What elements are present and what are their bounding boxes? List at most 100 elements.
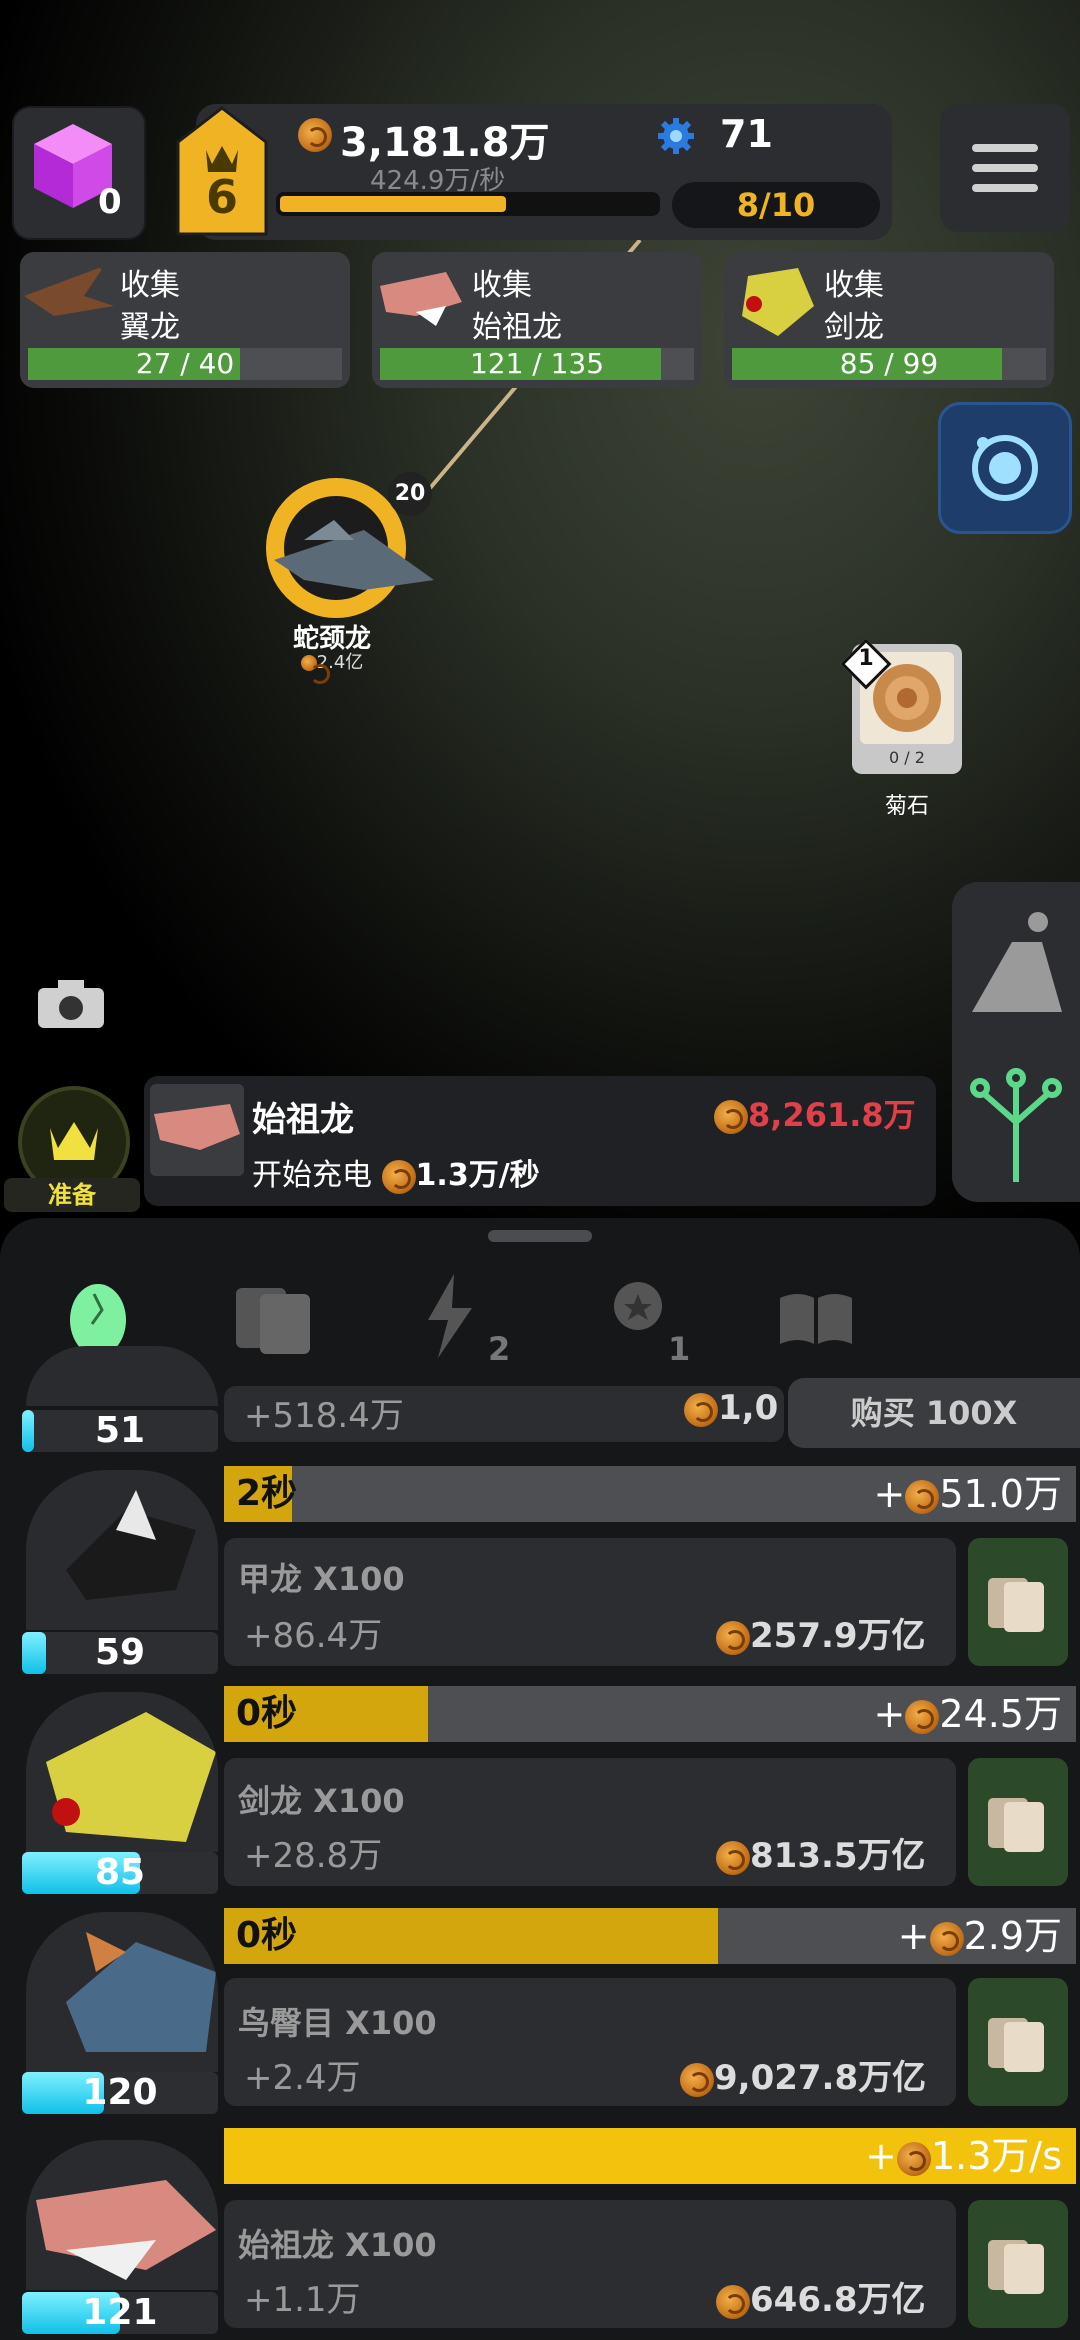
card-button[interactable]: [968, 1538, 1068, 1666]
card-button[interactable]: [968, 2200, 1068, 2328]
level-number: 121: [82, 2292, 158, 2333]
level-number: 85: [94, 1852, 146, 1893]
camera-icon[interactable]: [34, 976, 108, 1032]
nest-count-badge: 20: [388, 472, 432, 516]
menu-icon: [972, 144, 1038, 152]
price-text: 257.9万亿: [750, 1616, 926, 1656]
gain-text: +24.5万: [873, 1692, 1062, 1736]
row-increment: +518.4万: [244, 1396, 404, 1436]
timer-bar: 2秒 +51.0万: [224, 1466, 1076, 1522]
dino-level: 121: [22, 2292, 218, 2334]
evolution-tree-icon[interactable]: [970, 1068, 1062, 1182]
coin-icon: [929, 1921, 964, 1956]
level-number: 120: [82, 2072, 158, 2113]
dino-level: 59: [22, 1632, 218, 1674]
lightning-badge: 2: [488, 1330, 511, 1368]
coin-icon: [716, 1840, 750, 1875]
coin-icon: [716, 2284, 750, 2319]
collect-card-stegosaurus[interactable]: 收集 剑龙 85 / 99: [724, 252, 1054, 388]
row-dino-name: 甲龙 X100: [238, 1560, 405, 1598]
volcano-icon[interactable]: [972, 912, 1062, 1012]
ankylosaurus-avatar[interactable]: [26, 1470, 218, 1630]
ornithischian-avatar[interactable]: [26, 1912, 218, 2072]
player-level: 6: [205, 170, 238, 224]
row-dino-name: 鸟臀目 X100: [238, 2004, 437, 2042]
selected-dino-title: 始祖龙: [252, 1100, 354, 1140]
row-increment: +1.1万: [244, 2280, 361, 2320]
fossil-count: 0 / 2: [889, 748, 925, 767]
tab-lightning[interactable]: [420, 1264, 480, 1364]
tab-cards[interactable]: [230, 1264, 320, 1364]
level-progress-fill: [280, 196, 506, 212]
price-text: 646.8万亿: [750, 2280, 926, 2320]
dino-level: 120: [22, 2072, 218, 2114]
planet-button[interactable]: [938, 402, 1072, 534]
row-increment: +28.8万: [244, 1836, 383, 1876]
buy-100x-button[interactable]: 购买 100X: [788, 1378, 1080, 1448]
cards-icon: [988, 1798, 1044, 1852]
collect-progress: 27 / 40: [135, 347, 235, 380]
row-dino-name: 始祖龙 X100: [238, 2226, 437, 2264]
coin-icon: [896, 2141, 931, 2176]
gain-text: +1.3万/s: [865, 2134, 1062, 2178]
dino-level: 85: [22, 1852, 218, 1894]
menu-icon-line: [972, 184, 1038, 192]
gain-value: 24.5万: [939, 1692, 1062, 1736]
card-button[interactable]: [968, 1758, 1068, 1886]
collect-dino-name: 剑龙: [824, 310, 884, 345]
charge-bar: +1.3万/s: [224, 2128, 1076, 2184]
nest-dino-value: 2.4亿: [262, 648, 402, 684]
menu-button[interactable]: [940, 104, 1070, 232]
row-price: 257.9万亿: [716, 1608, 926, 1657]
collect-dino-name: 翼龙: [120, 310, 180, 345]
coin-icon: [716, 1620, 750, 1655]
row-price: 646.8万亿: [716, 2272, 926, 2321]
row-dino-name: 剑龙 X100: [238, 1782, 405, 1820]
selected-dino-price: 8,261.8万: [714, 1090, 916, 1136]
fossil-name: 菊石: [884, 794, 929, 819]
gem-count: 0: [98, 182, 122, 222]
archaeopteryx-icon: [150, 1084, 244, 1176]
collect-dino-name: 始祖龙: [472, 310, 562, 345]
tab-medal[interactable]: [604, 1264, 674, 1364]
pterosaur-icon: [24, 266, 114, 316]
archaeopteryx-icon: [380, 272, 462, 326]
card-button[interactable]: [968, 1978, 1068, 2106]
collect-label: 收集: [824, 268, 884, 303]
timer-text: 0秒: [236, 1693, 298, 1734]
collect-progress: 85 / 99: [839, 347, 939, 380]
coin-icon: [298, 118, 332, 152]
price-text: 8,261.8万: [748, 1096, 916, 1134]
coin-icon: [300, 655, 330, 684]
panel-drag-handle[interactable]: [488, 1230, 592, 1242]
cards-icon: [988, 1578, 1044, 1632]
gain-value: 51.0万: [939, 1472, 1062, 1516]
coin-icon: [905, 1479, 940, 1514]
row-price: 1,0: [684, 1388, 778, 1428]
collect-label: 收集: [120, 268, 180, 303]
plesiosaur-icon: [274, 520, 434, 590]
row-increment: +2.4万: [244, 2058, 361, 2098]
collect-label: 收集: [472, 268, 532, 303]
stegosaurus-avatar[interactable]: [26, 1692, 218, 1852]
timer-bar: 0秒 +2.9万: [224, 1908, 1076, 1964]
fossil-badge-number: 1: [858, 646, 874, 671]
gain-text: +2.9万: [897, 1914, 1062, 1958]
timer-bar: 0秒 +24.5万: [224, 1686, 1076, 1742]
price-text: 9,027.8万亿: [714, 2058, 927, 2098]
capacity-counter: 8/10: [672, 182, 880, 228]
medal-badge: 1: [668, 1330, 691, 1368]
dino-level: 51: [22, 1410, 218, 1452]
tab-book[interactable]: [776, 1264, 856, 1364]
coin-icon: [680, 2062, 714, 2097]
collect-card-archaeopteryx[interactable]: 收集 始祖龙 121 / 135: [372, 252, 702, 388]
gear-count: 71: [720, 112, 773, 156]
archaeopteryx-avatar[interactable]: [26, 2140, 218, 2290]
timer-text: 2秒: [236, 1473, 298, 1514]
gain-text: +51.0万: [873, 1472, 1062, 1516]
level-number: 51: [94, 1410, 146, 1451]
collect-card-pterosaur[interactable]: 收集 翼龙 27 / 40: [20, 252, 350, 388]
coin-icon: [714, 1100, 748, 1134]
side-tools: [952, 882, 1080, 1202]
dino-avatar[interactable]: [26, 1346, 218, 1406]
